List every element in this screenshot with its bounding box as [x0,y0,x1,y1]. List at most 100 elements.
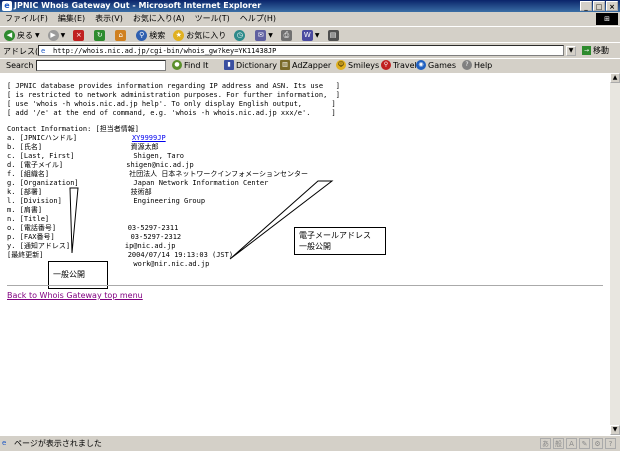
edit-dropdown-icon: ▼ [314,31,320,39]
close-button[interactable]: × [606,1,618,11]
address-bar: アドレス(D) e http://whois.nic.ad.jp/cgi-bin… [0,42,620,59]
dictionary-button[interactable]: ▮ Dictionary [224,60,277,70]
indicator-icon-5: ⚙ [592,438,603,449]
address-url: http://whois.nic.ad.jp/cgi-bin/whois_gw?… [53,47,277,55]
handle-link[interactable]: XY9999JP [132,134,166,142]
refresh-button[interactable]: ↻ [90,28,111,42]
history-icon: ◷ [234,29,246,41]
smiley-icon: ☺ [336,60,346,70]
back-dropdown-icon: ▼ [35,31,40,39]
database-notice: [ JPNIC database provides information re… [7,82,340,117]
book-icon: ▮ [224,60,234,70]
search-toolbar-input[interactable] [36,60,166,71]
maximize-button[interactable]: □ [593,1,605,11]
page-icon: e [41,47,46,55]
go-label: 移動 [593,46,609,55]
page-content: [ JPNIC database provides information re… [0,73,610,435]
back-label: 戻る [17,30,33,40]
refresh-icon: ↻ [94,29,106,41]
smileys-button[interactable]: ☺ Smileys [336,60,379,70]
home-button[interactable]: ⌂ [111,28,132,42]
go-arrow-icon: → [582,46,591,55]
minimize-button[interactable]: _ [580,1,592,11]
menu-tools[interactable]: ツール(T) [190,12,235,26]
contact-information: Contact Information: [担当者情報] a. [JPNICハン… [7,125,308,269]
back-arrow-icon: ◀ [4,29,15,41]
vertical-scrollbar[interactable]: ▲ ▼ [610,73,620,435]
status-bar: e ページが表示されました あ 般 A ✎ ⚙ ? [0,435,620,451]
menu-file[interactable]: ファイル(F) [0,12,53,26]
menu-help[interactable]: ヘルプ(H) [235,12,281,26]
email-callout: 電子メールアドレス 一般公開 [294,227,386,255]
standard-toolbar: ◀ 戻る ▼ ▶ ▼ × ↻ ⌂ ⚲ 検索 ★ お気に入り ◷ ✉ ▼ ⎙ W … [0,26,620,43]
horizontal-rule [7,285,603,286]
search-button[interactable]: ⚲ 検索 [132,28,169,42]
travel-label: Travel [393,60,417,70]
discuss-icon: ▤ [327,29,339,41]
find-icon: ● [172,60,182,70]
menu-view[interactable]: 表示(V) [90,12,128,26]
windows-logo-icon: ⊞ [596,13,618,25]
print-button[interactable]: ⎙ [277,28,298,42]
search-icon: ⚲ [136,29,148,41]
back-to-top-link[interactable]: Back to Whois Gateway top menu [7,291,143,300]
smileys-label: Smileys [348,60,380,70]
stop-icon: × [73,29,85,41]
edit-button[interactable]: W ▼ [298,28,324,42]
menu-bar: ファイル(F) 編集(E) 表示(V) お気に入り(A) ツール(T) ヘルプ(… [0,12,620,26]
edit-document-icon: W [301,29,313,41]
mail-icon: ✉ [255,29,267,41]
home-icon: ⌂ [115,29,127,41]
email-callout-title: 電子メールアドレス [299,231,371,240]
back-button[interactable]: ◀ 戻る ▼ [0,28,44,42]
menu-favorites[interactable]: お気に入り(A) [128,12,190,26]
discuss-button[interactable]: ▤ [324,28,345,42]
dictionary-label: Dictionary [236,60,278,70]
indicator-icon-4: ✎ [579,438,590,449]
games-button[interactable]: ◉ Games [416,60,456,70]
search-toolbar: Search ● Find It ▮ Dictionary ▥ AdZapper… [0,58,620,74]
indicator-icon-1: あ [540,438,551,449]
travel-button[interactable]: ⚲ Travel [381,60,417,70]
address-dropdown[interactable]: ▼ [566,46,576,56]
adzapper-icon: ▥ [280,60,290,70]
page-done-icon: e [2,439,7,447]
status-text: ページが表示されました [14,439,102,448]
games-icon: ◉ [416,60,426,70]
help-button[interactable]: ? Help [462,60,492,70]
search-toolbar-label: Search [6,61,34,70]
email-callout-public: 一般公開 [299,242,331,251]
handle-label: a. [JPNICハンドル] [7,134,132,142]
window-title: JPNIC Whois Gateway Out - Microsoft Inte… [14,1,262,10]
help-label: Help [474,60,493,70]
indicator-icon-2: 般 [553,438,564,449]
indicator-icon-3: A [566,438,577,449]
scroll-down-icon[interactable]: ▼ [610,425,620,435]
mail-dropdown-icon: ▼ [268,31,273,39]
stop-button[interactable]: × [69,28,90,42]
forward-dropdown-icon: ▼ [60,31,66,39]
adzapper-label: AdZapper [292,60,332,70]
favorites-button[interactable]: ★ お気に入り [169,28,230,42]
mail-button[interactable]: ✉ ▼ [251,28,277,42]
status-indicators: あ 般 A ✎ ⚙ ? [540,438,616,449]
forward-button[interactable]: ▶ ▼ [44,28,70,42]
window-titlebar: e JPNIC Whois Gateway Out - Microsoft In… [0,0,620,12]
contact-header: Contact Information: [担当者情報] [7,125,139,133]
find-it-button[interactable]: ● Find It [172,60,208,70]
menu-edit[interactable]: 編集(E) [53,12,90,26]
ie-icon: e [2,1,12,11]
scroll-up-icon[interactable]: ▲ [610,73,620,83]
help-icon: ? [462,60,472,70]
forward-arrow-icon: ▶ [47,29,59,41]
print-icon: ⎙ [280,29,292,41]
indicator-icon-6: ? [605,438,616,449]
go-button[interactable]: → 移動 [582,45,609,56]
adzapper-button[interactable]: ▥ AdZapper [280,60,331,70]
address-input[interactable]: e http://whois.nic.ad.jp/cgi-bin/whois_g… [38,45,564,56]
favorites-label: お気に入り [186,30,227,40]
history-button[interactable]: ◷ [230,28,251,42]
pin-icon: ⚲ [381,60,391,70]
public-callout-text: 一般公開 [53,270,85,279]
contact-fields: b. [氏名] 資源太郎 c. [Last, First] Shigen, Ta… [7,143,309,268]
